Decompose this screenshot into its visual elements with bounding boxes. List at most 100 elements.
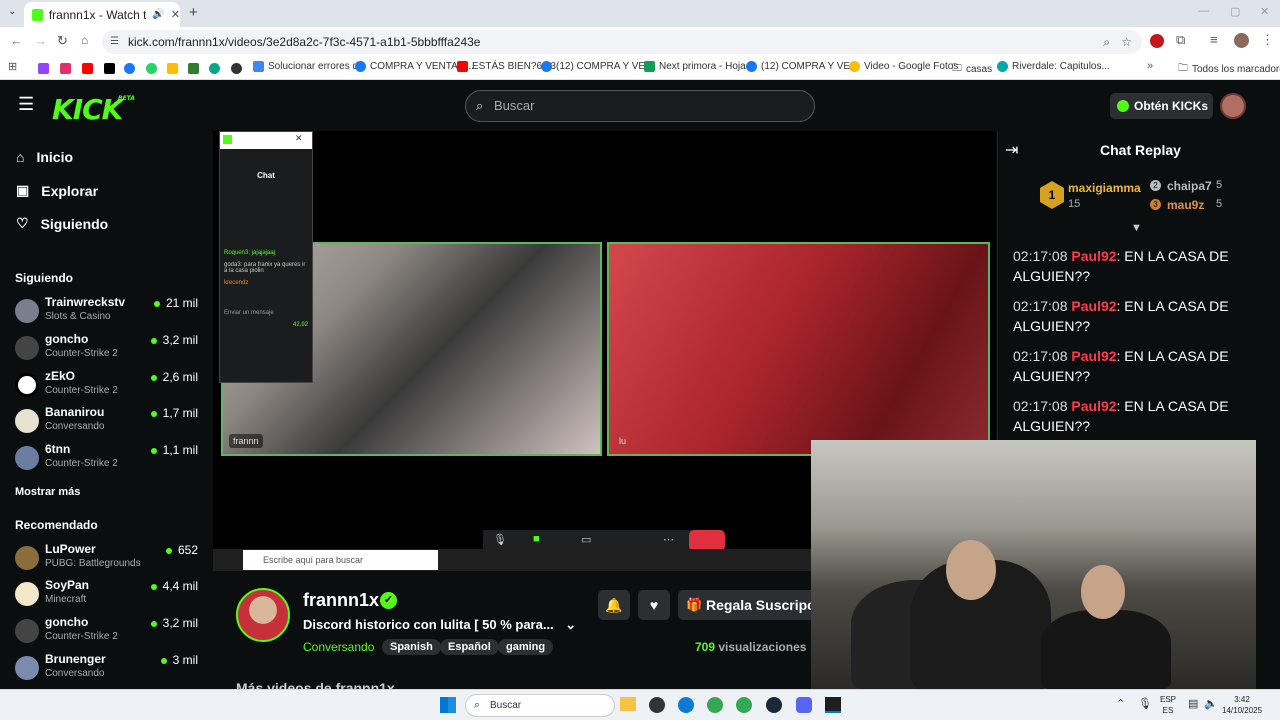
whatsapp-icon[interactable] <box>146 63 157 74</box>
more-icon[interactable]: ⋯ <box>663 533 674 546</box>
expand-gifters-icon[interactable]: ▼ <box>1131 222 1142 234</box>
taskbar-search[interactable]: ⌕ Buscar <box>465 694 615 717</box>
back-icon[interactable]: ← <box>10 33 23 48</box>
close-window-icon[interactable]: ✕ <box>1260 5 1269 18</box>
tray-chevron-icon[interactable]: ⌃ <box>1116 697 1125 710</box>
user-avatar[interactable] <box>1220 93 1246 119</box>
apps-icon[interactable]: ⊞ <box>8 60 17 73</box>
search-input[interactable]: ⌕ Buscar <box>465 90 815 122</box>
chevron-down-icon[interactable]: ⌄ <box>565 617 576 632</box>
bookmark-star-icon[interactable]: ☆ <box>1121 30 1132 54</box>
top-gifter-name[interactable]: maxigiamma <box>1068 181 1141 195</box>
sidebar-channel[interactable]: zEkO Counter-Strike 2 2,6 mil <box>15 369 205 401</box>
screen-share-icon[interactable]: ▭ <box>581 533 591 546</box>
bookmark-item[interactable]: Video - Google Fotos <box>849 61 958 72</box>
new-tab-icon[interactable]: + <box>189 4 198 21</box>
media-control-icon[interactable]: ≡ <box>1210 32 1218 47</box>
hamburger-menu-icon[interactable]: ☰ <box>18 94 34 115</box>
heart-icon: ♥ <box>649 597 659 613</box>
sidebar-channel[interactable]: Bananirou Conversando 1,7 mil <box>15 405 205 437</box>
follow-heart-button[interactable]: ♥ <box>638 590 670 620</box>
instagram-icon[interactable] <box>60 63 71 74</box>
tag-chip[interactable]: Spanish <box>382 639 441 655</box>
minimize-icon[interactable]: — <box>1198 5 1209 17</box>
collapse-chat-icon[interactable]: ⇥ <box>1005 140 1018 160</box>
zoom-icon[interactable]: ⌕ <box>1103 30 1110 54</box>
steam-icon[interactable] <box>766 697 782 713</box>
hangup-button[interactable] <box>689 530 725 551</box>
mic-icon[interactable]: 🎙 <box>493 533 507 546</box>
extensions-icon[interactable]: ⧉ <box>1176 32 1185 48</box>
sidebar-channel[interactable]: SoyPan Minecraft 4,4 mil <box>15 578 205 610</box>
mic-tray-icon[interactable]: 🎙 <box>1138 697 1152 710</box>
nav-home[interactable]: ⌂ Inicio <box>16 149 73 165</box>
github-icon[interactable] <box>231 63 242 74</box>
chrome-icon[interactable] <box>736 697 752 713</box>
all-bookmarks-folder[interactable]: 🗀Todos los marcadores <box>1178 61 1280 78</box>
bookmark-folder[interactable]: 🗀 casas <box>952 61 992 78</box>
file-explorer-icon[interactable] <box>620 697 636 711</box>
site-info-icon[interactable]: ☰ <box>110 30 119 54</box>
language-indicator[interactable]: ESP ES <box>1160 694 1176 716</box>
stream-category[interactable]: Conversando <box>303 640 374 654</box>
bookmark-item[interactable]: Riverdale: Capitulos... <box>997 61 1110 72</box>
volume-icon[interactable]: 🔈 <box>1204 697 1218 710</box>
sidebar-channel[interactable]: Trainwreckstv Slots & Casino 21 mil <box>15 295 205 327</box>
gift-sub-button[interactable]: 🎁 Regala Suscripc <box>678 590 818 620</box>
youtube-icon[interactable] <box>82 63 93 74</box>
profile-avatar[interactable] <box>1234 33 1249 48</box>
sidebar-channel[interactable]: LuPower PUBG: Battlegrounds 652 <box>15 542 205 574</box>
popout-send-placeholder[interactable]: Enviar un mensaje <box>224 310 308 316</box>
notification-bell-button[interactable]: 🔔 <box>598 590 630 620</box>
camera-icon[interactable]: ■ <box>533 533 540 545</box>
edge-icon[interactable] <box>678 697 694 713</box>
sheet-icon[interactable] <box>188 63 199 74</box>
x-icon[interactable] <box>104 63 115 74</box>
extension-icon[interactable] <box>1150 34 1164 48</box>
show-more-link[interactable]: Mostrar más <box>15 486 80 498</box>
popout-chat-title: Chat <box>257 171 275 180</box>
home-icon[interactable]: ⌂ <box>81 33 88 47</box>
bookmark-item[interactable]: (12) COMPRA Y VE... <box>746 61 858 72</box>
close-tab-icon[interactable]: ✕ <box>171 8 180 21</box>
sidebar-channel[interactable]: goncho Counter-Strike 2 3,2 mil <box>15 615 205 647</box>
wifi-icon[interactable]: ▤ <box>1188 697 1198 710</box>
menu-icon[interactable]: ⋮ <box>1261 32 1274 48</box>
bookmark-item[interactable]: Next primora - Hoja... <box>644 61 754 72</box>
bookmark-item[interactable]: Solucionar errores d... <box>253 61 366 72</box>
streamer-name[interactable]: frannn1x <box>303 590 379 611</box>
chatgpt-icon[interactable] <box>209 63 220 74</box>
tab-list-icon[interactable]: ⌄ <box>8 6 16 17</box>
tag-chip[interactable]: gaming <box>498 639 554 655</box>
get-kicks-button[interactable]: Obtén KICKs <box>1110 93 1213 119</box>
sidebar-channel[interactable]: 6tnn Counter-Strike 2 1,1 mil <box>15 442 205 474</box>
kick-logo[interactable]: KICK BETA <box>52 93 135 126</box>
chrome-icon[interactable] <box>707 697 723 713</box>
tag-chip[interactable]: Español <box>440 639 499 655</box>
microsoft-icon[interactable] <box>167 63 178 74</box>
forward-icon[interactable]: → <box>34 33 47 48</box>
top-gifter-name[interactable]: chaipa7 <box>1167 179 1212 193</box>
sidebar-channel[interactable]: goncho Counter-Strike 2 3,2 mil <box>15 332 205 364</box>
bookmark-item[interactable]: (12) COMPRA Y VE... <box>541 61 653 72</box>
nav-following[interactable]: ♡ Siguiendo <box>16 215 108 232</box>
reload-icon[interactable]: ↻ <box>57 33 68 49</box>
top-gifter-name[interactable]: mau9z <box>1167 198 1204 212</box>
more-bookmarks-icon[interactable]: » <box>1147 60 1153 72</box>
close-icon[interactable]: ✕ <box>295 133 303 144</box>
browser-tab[interactable]: frannn1x - Watch the VOD 🔊 ✕ <box>24 2 180 27</box>
streamer-avatar[interactable] <box>236 588 290 642</box>
twitch-icon[interactable] <box>38 63 49 74</box>
discord-icon[interactable] <box>796 697 812 713</box>
clock[interactable]: 3:42 14/10/2025 <box>1222 694 1262 716</box>
sidebar-channel[interactable]: Brunenger Conversando 3 mil <box>15 652 205 684</box>
bookmarks-bar: ⊞ Solucionar errores d... COMPRA Y VENTA… <box>0 57 1280 80</box>
audio-icon[interactable]: 🔊 <box>152 9 164 20</box>
windows-start-icon[interactable] <box>440 697 456 713</box>
app-icon[interactable] <box>649 697 665 713</box>
nav-explore[interactable]: ▣ Explorar <box>16 182 98 199</box>
url-field[interactable]: ☰ kick.com/frannn1x/videos/3e2d8a2c-7f3c… <box>102 30 1142 54</box>
maximize-icon[interactable]: ▢ <box>1230 5 1240 18</box>
kick-app-icon[interactable] <box>825 697 841 713</box>
facebook-icon[interactable] <box>124 63 135 74</box>
